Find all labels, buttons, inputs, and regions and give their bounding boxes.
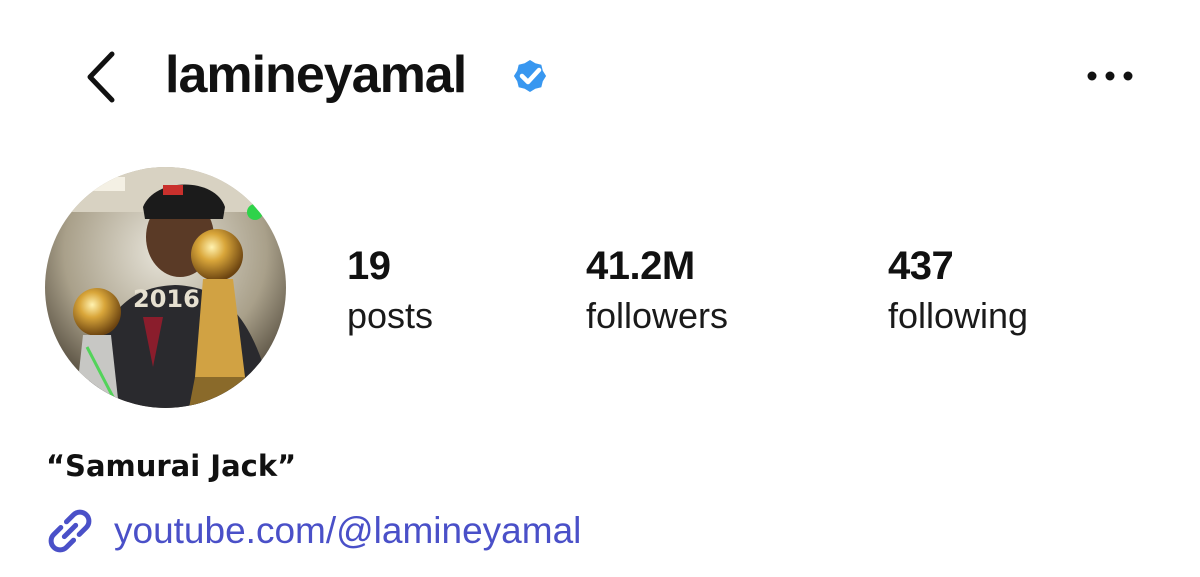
avatar-photo: 2016 <box>45 167 286 408</box>
followers-count: 41.2M <box>586 244 695 288</box>
profile-link-text: youtube.com/@lamineyamal <box>114 510 582 551</box>
ellipsis-icon <box>1087 71 1133 81</box>
posts-label: posts <box>347 295 434 336</box>
chevron-left-icon <box>87 51 115 103</box>
back-button[interactable] <box>78 48 122 106</box>
posts-stat[interactable]: 19 posts <box>347 242 433 340</box>
verified-badge-icon <box>513 60 547 92</box>
profile-display-name: “Samurai Jack” <box>46 449 297 483</box>
profile-username: lamineyamal <box>165 46 467 104</box>
posts-count: 19 <box>347 244 391 288</box>
following-label: following <box>888 295 1029 336</box>
followers-stat[interactable]: 41.2M followers <box>586 242 728 340</box>
following-stat[interactable]: 437 following <box>888 242 1028 340</box>
svg-text:2016: 2016 <box>133 285 200 313</box>
more-options-button[interactable] <box>1082 58 1138 94</box>
profile-link[interactable]: youtube.com/@lamineyamal <box>44 503 581 559</box>
link-icon <box>48 509 92 553</box>
followers-label: followers <box>586 295 729 336</box>
following-count: 437 <box>888 244 954 288</box>
profile-avatar[interactable]: 2016 <box>45 167 286 408</box>
